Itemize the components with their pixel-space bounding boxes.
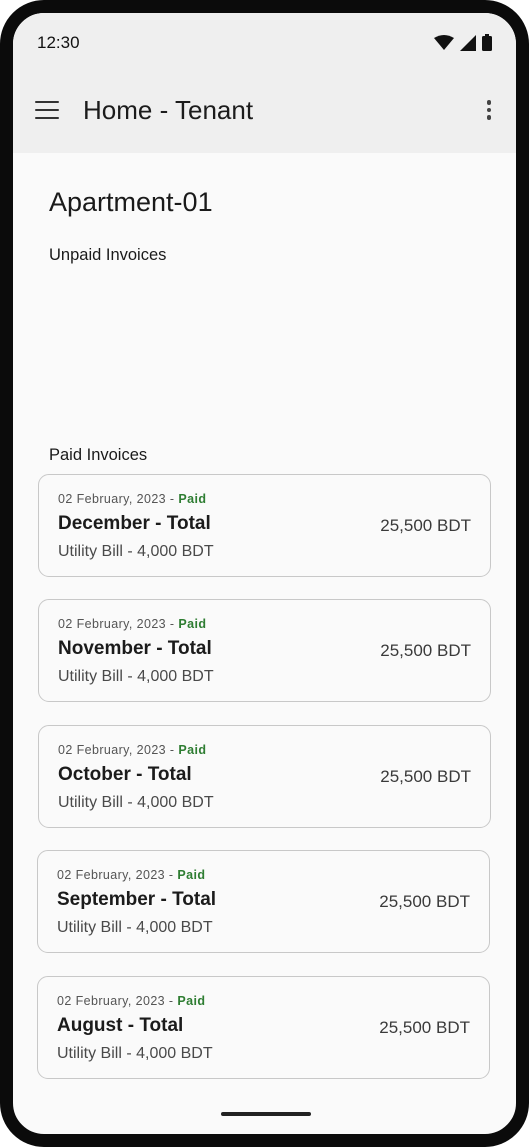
invoice-amount: 25,500 BDT: [379, 892, 470, 911]
invoice-title: August - Total: [57, 1015, 184, 1036]
invoice-card[interactable]: 02 February, 2023 - Paid October - Total…: [38, 725, 491, 828]
meta-separator: -: [169, 617, 175, 631]
invoice-amount: 25,500 BDT: [380, 516, 471, 535]
invoice-date: 02 February, 2023: [58, 492, 167, 506]
invoice-title: October - Total: [58, 764, 192, 785]
invoice-meta: 02 February, 2023 - Paid: [58, 492, 206, 506]
invoice-date: 02 February, 2023: [57, 994, 166, 1008]
invoice-amount: 25,500 BDT: [379, 1018, 470, 1037]
invoice-meta: 02 February, 2023 - Paid: [58, 617, 206, 631]
invoice-utility: Utility Bill - 4,000 BDT: [57, 1045, 213, 1062]
invoice-title: December - Total: [58, 513, 211, 534]
invoice-date: 02 February, 2023: [57, 868, 166, 882]
meta-separator: -: [169, 743, 175, 757]
invoice-meta: 02 February, 2023 - Paid: [58, 743, 206, 757]
unpaid-invoices-label: Unpaid Invoices: [49, 246, 167, 264]
status-badge: Paid: [177, 868, 206, 882]
cellular-signal-icon: [460, 34, 476, 51]
meta-separator: -: [168, 868, 174, 882]
status-badge: Paid: [178, 743, 207, 757]
invoice-meta: 02 February, 2023 - Paid: [57, 868, 205, 882]
status-bar: 12:30: [13, 13, 516, 73]
invoice-amount: 25,500 BDT: [380, 767, 471, 786]
invoice-title: September - Total: [57, 889, 217, 910]
invoice-utility: Utility Bill - 4,000 BDT: [57, 919, 213, 936]
more-vertical-icon[interactable]: [486, 100, 492, 124]
battery-icon: [482, 34, 492, 51]
invoice-utility: Utility Bill - 4,000 BDT: [58, 794, 214, 811]
invoice-card[interactable]: 02 February, 2023 - Paid December - Tota…: [38, 474, 491, 577]
status-badge: Paid: [178, 617, 207, 631]
status-time: 12:30: [37, 33, 80, 52]
invoice-card[interactable]: 02 February, 2023 - Paid August - Total …: [37, 976, 490, 1079]
hamburger-menu-icon[interactable]: [35, 101, 59, 119]
invoice-date: 02 February, 2023: [58, 743, 167, 757]
phone-frame: 12:30 Home - Tenant Apartment-01 Unpaid …: [0, 0, 529, 1147]
invoice-card[interactable]: 02 February, 2023 - Paid September - Tot…: [37, 850, 490, 953]
invoice-card[interactable]: 02 February, 2023 - Paid November - Tota…: [38, 599, 491, 702]
invoice-meta: 02 February, 2023 - Paid: [57, 994, 205, 1008]
status-badge: Paid: [178, 492, 207, 506]
invoice-title: November - Total: [58, 638, 212, 659]
app-bar-title: Home - Tenant: [83, 95, 254, 125]
status-badge: Paid: [177, 994, 206, 1008]
system-icons: [434, 34, 492, 51]
home-indicator[interactable]: [221, 1112, 311, 1116]
invoice-utility: Utility Bill - 4,000 BDT: [58, 543, 214, 560]
meta-separator: -: [168, 994, 174, 1008]
meta-separator: -: [169, 492, 175, 506]
paid-invoices-label: Paid Invoices: [49, 446, 148, 464]
top-app-bar: Home - Tenant: [13, 73, 516, 153]
wifi-icon: [434, 34, 454, 50]
invoice-utility: Utility Bill - 4,000 BDT: [58, 668, 214, 685]
apartment-title: Apartment-01: [49, 187, 213, 217]
invoice-amount: 25,500 BDT: [380, 641, 471, 660]
invoice-date: 02 February, 2023: [58, 617, 167, 631]
